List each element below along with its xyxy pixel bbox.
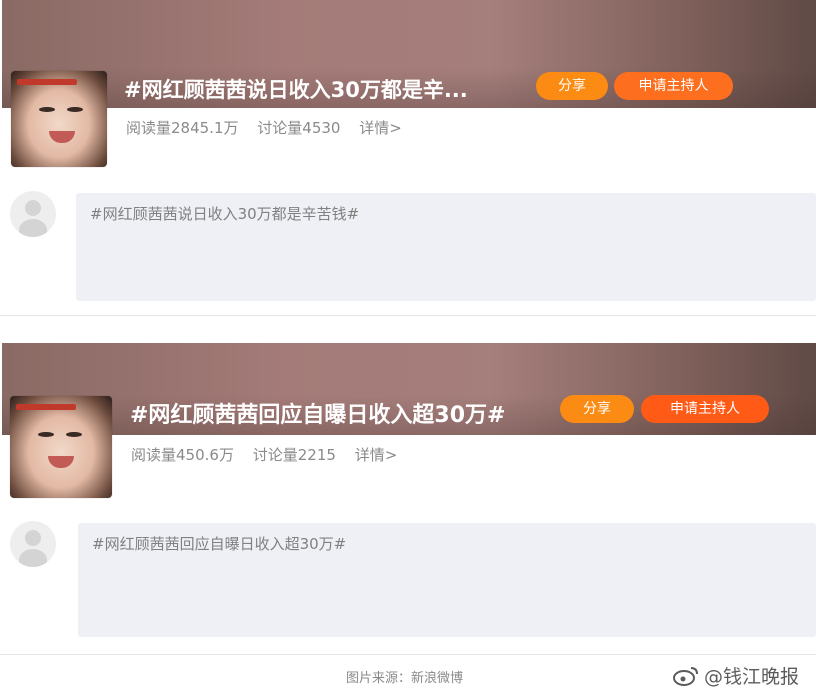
- apply-host-button[interactable]: 申请主持人: [641, 395, 769, 423]
- topic-stats: 阅读量450.6万 讨论量2215 详情>: [131, 444, 411, 465]
- watermark-text: @钱江晚报: [704, 666, 800, 688]
- read-count: 阅读量450.6万: [131, 446, 234, 464]
- comment-input[interactable]: #网红顾茜茜说日收入30万都是辛苦钱#: [76, 193, 816, 301]
- watermark: @钱江晚报: [672, 662, 799, 689]
- divider: [0, 315, 816, 316]
- topic-thumbnail[interactable]: [11, 71, 107, 167]
- topic-card-1: #网红顾茜茜说日收入30万都是辛... 分享 申请主持人 阅读量2845.1万 …: [0, 0, 816, 316]
- topic-card-2: #网红顾茜茜回应自曝日收入超30万# 分享 申请主持人 阅读量450.6万 讨论…: [0, 343, 816, 655]
- thumbnail-eye: [39, 107, 55, 112]
- topic-title[interactable]: #网红顾茜茜回应自曝日收入超30万#: [130, 397, 505, 429]
- thumbnail-eye: [67, 107, 83, 112]
- apply-host-button[interactable]: 申请主持人: [614, 72, 733, 100]
- thumbnail-eye: [66, 432, 82, 437]
- avatar-body: [19, 219, 47, 237]
- thumbnail-mouth: [49, 131, 75, 143]
- discussion-count: 讨论量4530: [257, 119, 341, 137]
- topic-stats: 阅读量2845.1万 讨论量4530 详情>: [126, 117, 416, 138]
- share-button[interactable]: 分享: [536, 72, 608, 100]
- default-avatar-icon[interactable]: [10, 191, 56, 237]
- topic-thumbnail[interactable]: [10, 396, 112, 498]
- share-button[interactable]: 分享: [560, 395, 634, 423]
- avatar-body: [19, 549, 47, 567]
- thumbnail-caption-strip: [16, 404, 76, 410]
- thumbnail-eye: [38, 432, 54, 437]
- discussion-count: 讨论量2215: [252, 446, 336, 464]
- thumbnail-mouth: [48, 456, 74, 468]
- default-avatar-icon[interactable]: [10, 521, 56, 567]
- avatar-head: [25, 530, 41, 546]
- topic-title[interactable]: #网红顾茜茜说日收入30万都是辛...: [124, 74, 506, 104]
- details-link[interactable]: 详情>: [359, 119, 402, 137]
- avatar-head: [25, 200, 41, 216]
- divider: [0, 654, 816, 655]
- details-link[interactable]: 详情>: [355, 446, 398, 464]
- thumbnail-caption-strip: [17, 79, 77, 85]
- image-source-caption: 图片来源：新浪微博: [346, 671, 464, 686]
- weibo-logo-icon: [673, 666, 698, 686]
- read-count: 阅读量2845.1万: [126, 119, 239, 137]
- comment-input[interactable]: #网红顾茜茜回应自曝日收入超30万#: [78, 523, 816, 637]
